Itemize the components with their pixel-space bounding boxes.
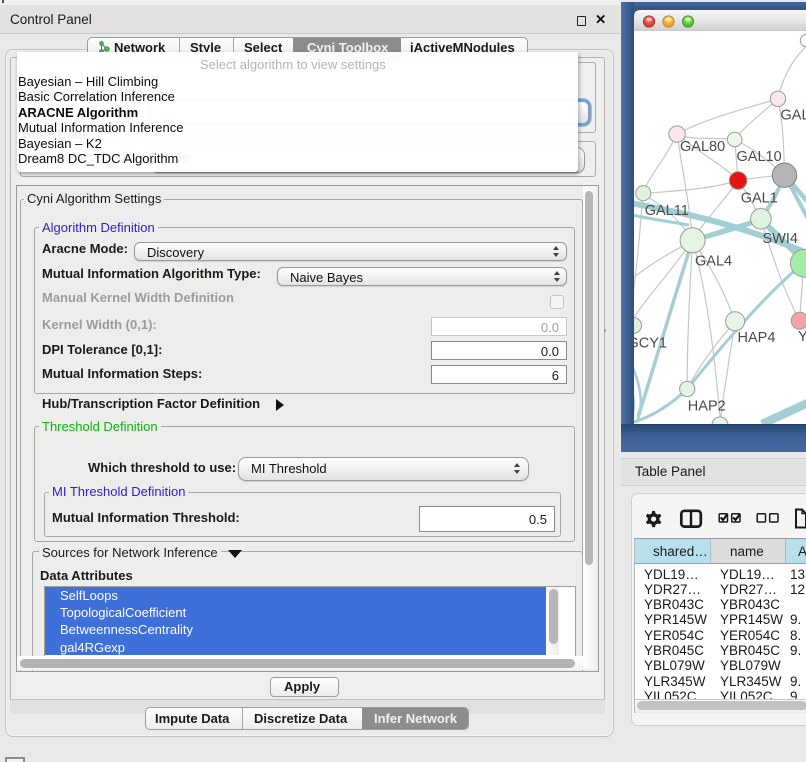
- svg-text:YM: YM: [798, 329, 806, 345]
- svg-text:GAL2: GAL2: [781, 108, 806, 124]
- svg-text:GAL80: GAL80: [680, 139, 725, 155]
- svg-text:HAP2: HAP2: [688, 399, 726, 415]
- svg-text:GAL11: GAL11: [645, 203, 689, 219]
- svg-text:GAL10: GAL10: [737, 149, 782, 165]
- svg-text:GAL4: GAL4: [695, 254, 732, 270]
- svg-text:GAL1: GAL1: [741, 191, 778, 207]
- svg-text:GCY1: GCY1: [634, 336, 667, 352]
- svg-text:HAP4: HAP4: [738, 330, 776, 346]
- svg-text:SWI4: SWI4: [763, 231, 798, 247]
